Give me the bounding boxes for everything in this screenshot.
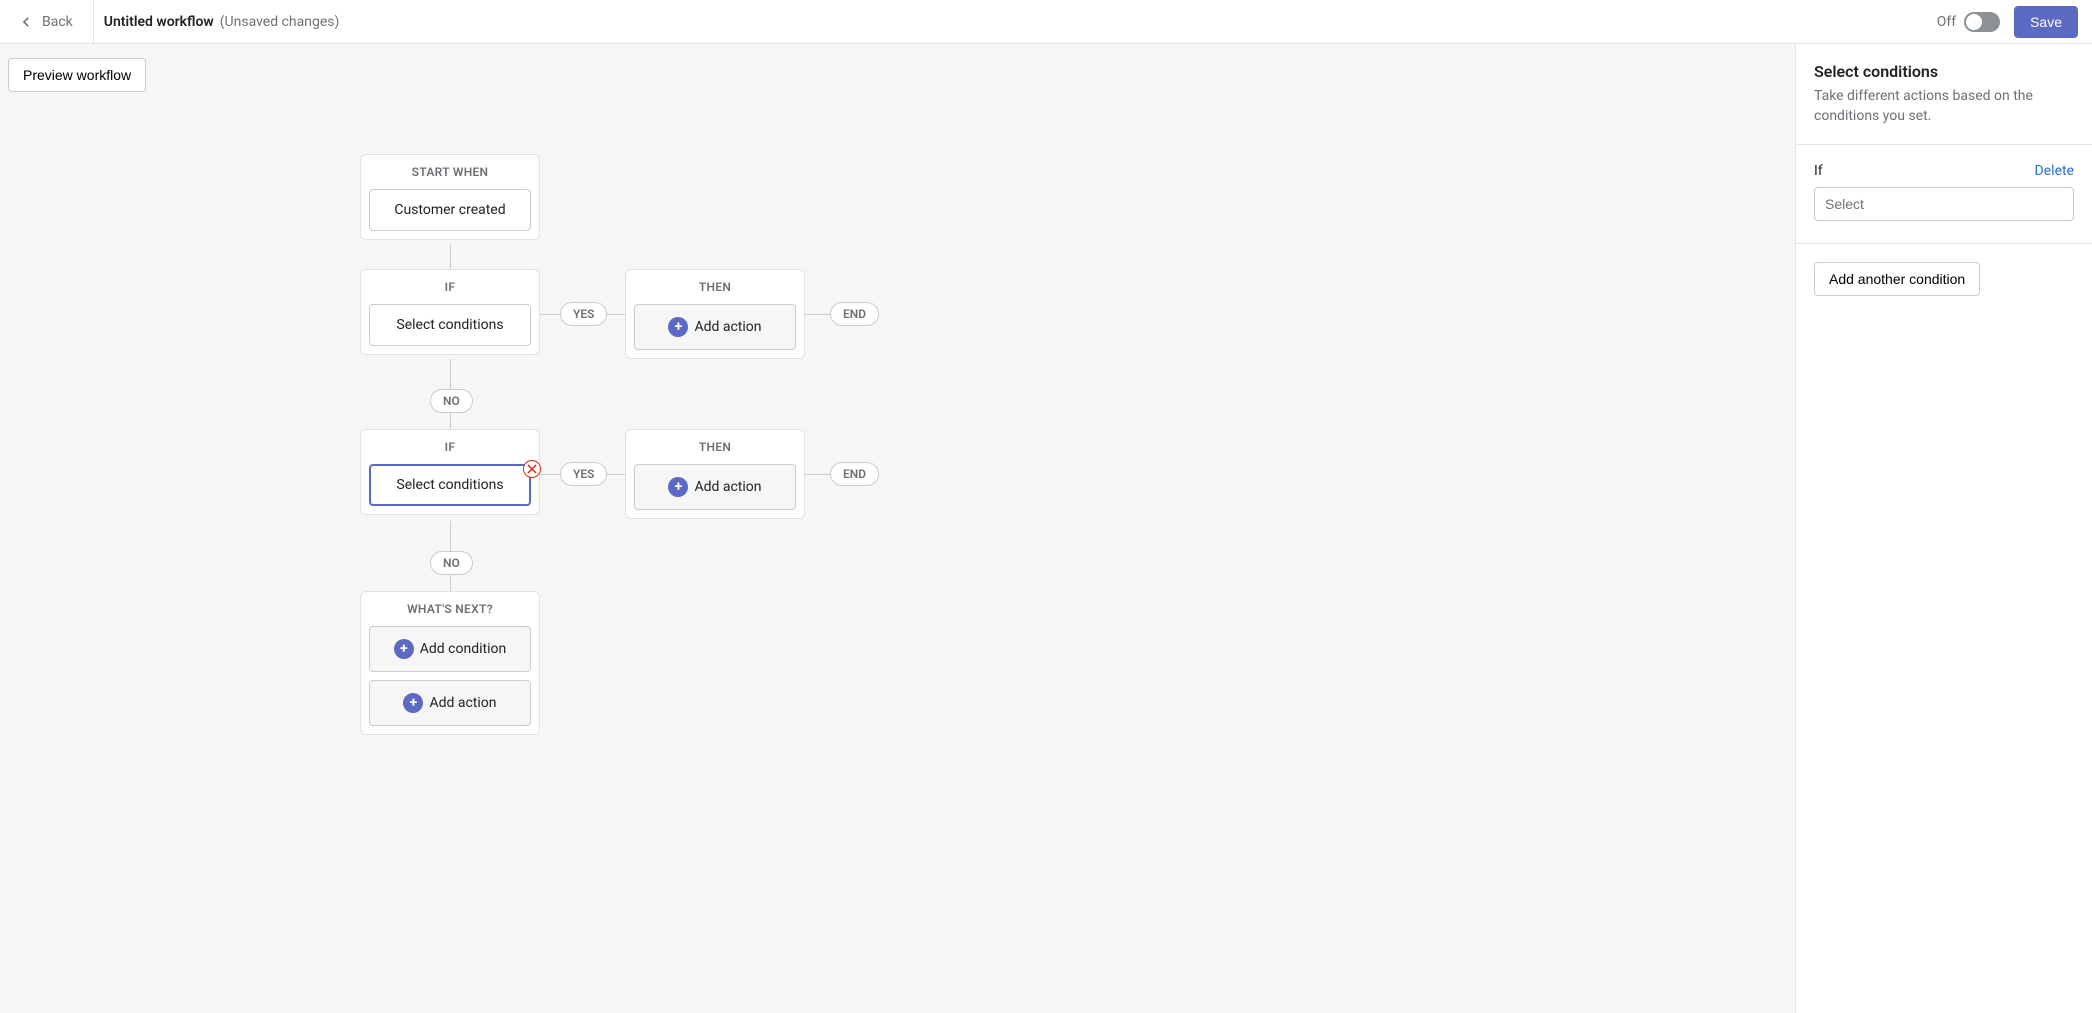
arrow-left-icon [18, 14, 34, 30]
add-action-label: Add action [429, 695, 496, 711]
node-then-2-header: THEN [634, 440, 796, 454]
add-action-label: Add action [694, 319, 761, 335]
node-if-2-header: IF [369, 440, 531, 454]
plus-icon: + [403, 693, 423, 713]
add-condition-button[interactable]: + Add condition [369, 626, 531, 672]
node-if-2-body[interactable]: Select conditions [369, 464, 531, 506]
node-start-body[interactable]: Customer created [369, 189, 531, 231]
divider [1796, 144, 2092, 145]
add-action-label: Add action [694, 479, 761, 495]
divider [93, 0, 94, 44]
add-action-button[interactable]: + Add action [369, 680, 531, 726]
node-if-1-body[interactable]: Select conditions [369, 304, 531, 346]
node-then-2: THEN + Add action [625, 429, 805, 519]
save-button[interactable]: Save [2014, 6, 2078, 38]
title-wrap: Untitled workflow (Unsaved changes) [104, 14, 340, 30]
toggle-label: Off [1937, 14, 1956, 30]
node-next-header: WHAT'S NEXT? [369, 602, 531, 616]
toggle-wrap: Off [1937, 12, 2000, 32]
sidebar-title: Select conditions [1814, 62, 2074, 81]
end-pill-1: END [830, 302, 879, 326]
delete-condition-link[interactable]: Delete [2035, 163, 2074, 179]
enable-toggle[interactable] [1964, 12, 2000, 32]
delete-node-button[interactable] [523, 460, 541, 478]
no-pill-2: NO [430, 551, 473, 575]
back-button[interactable]: Back [8, 8, 83, 36]
no-pill-1: NO [430, 389, 473, 413]
node-then-1-body[interactable]: + Add action [634, 304, 796, 350]
preview-workflow-button[interactable]: Preview workflow [8, 58, 146, 92]
condition-select[interactable]: Select [1814, 187, 2074, 221]
node-start: START WHEN Customer created [360, 154, 540, 240]
connector [450, 244, 451, 269]
node-if-1-header: IF [369, 280, 531, 294]
divider [1796, 243, 2092, 244]
top-bar: Back Untitled workflow (Unsaved changes)… [0, 0, 2092, 44]
sidebar: Select conditions Take different actions… [1796, 44, 2092, 1013]
end-pill-2: END [830, 462, 879, 486]
back-label: Back [42, 14, 73, 30]
workflow-subtitle: (Unsaved changes) [220, 14, 340, 30]
workflow-title: Untitled workflow [104, 14, 214, 30]
condition-if-label: If [1814, 163, 1823, 179]
add-condition-label: Add condition [420, 641, 506, 657]
plus-icon: + [394, 639, 414, 659]
node-whats-next: WHAT'S NEXT? + Add condition + Add actio… [360, 591, 540, 735]
node-if-2: IF Select conditions [360, 429, 540, 515]
node-then-1-header: THEN [634, 280, 796, 294]
plus-icon: + [668, 477, 688, 497]
add-another-condition-button[interactable]: Add another condition [1814, 262, 1980, 296]
close-icon [527, 464, 537, 474]
node-if-1: IF Select conditions [360, 269, 540, 355]
node-then-1: THEN + Add action [625, 269, 805, 359]
workflow-canvas[interactable]: Preview workflow START WHEN Customer cre… [0, 44, 1796, 1013]
node-then-2-body[interactable]: + Add action [634, 464, 796, 510]
yes-pill-1: YES [560, 302, 607, 326]
yes-pill-2: YES [560, 462, 607, 486]
sidebar-description: Take different actions based on the cond… [1814, 87, 2074, 126]
node-start-header: START WHEN [369, 165, 531, 179]
plus-icon: + [668, 317, 688, 337]
